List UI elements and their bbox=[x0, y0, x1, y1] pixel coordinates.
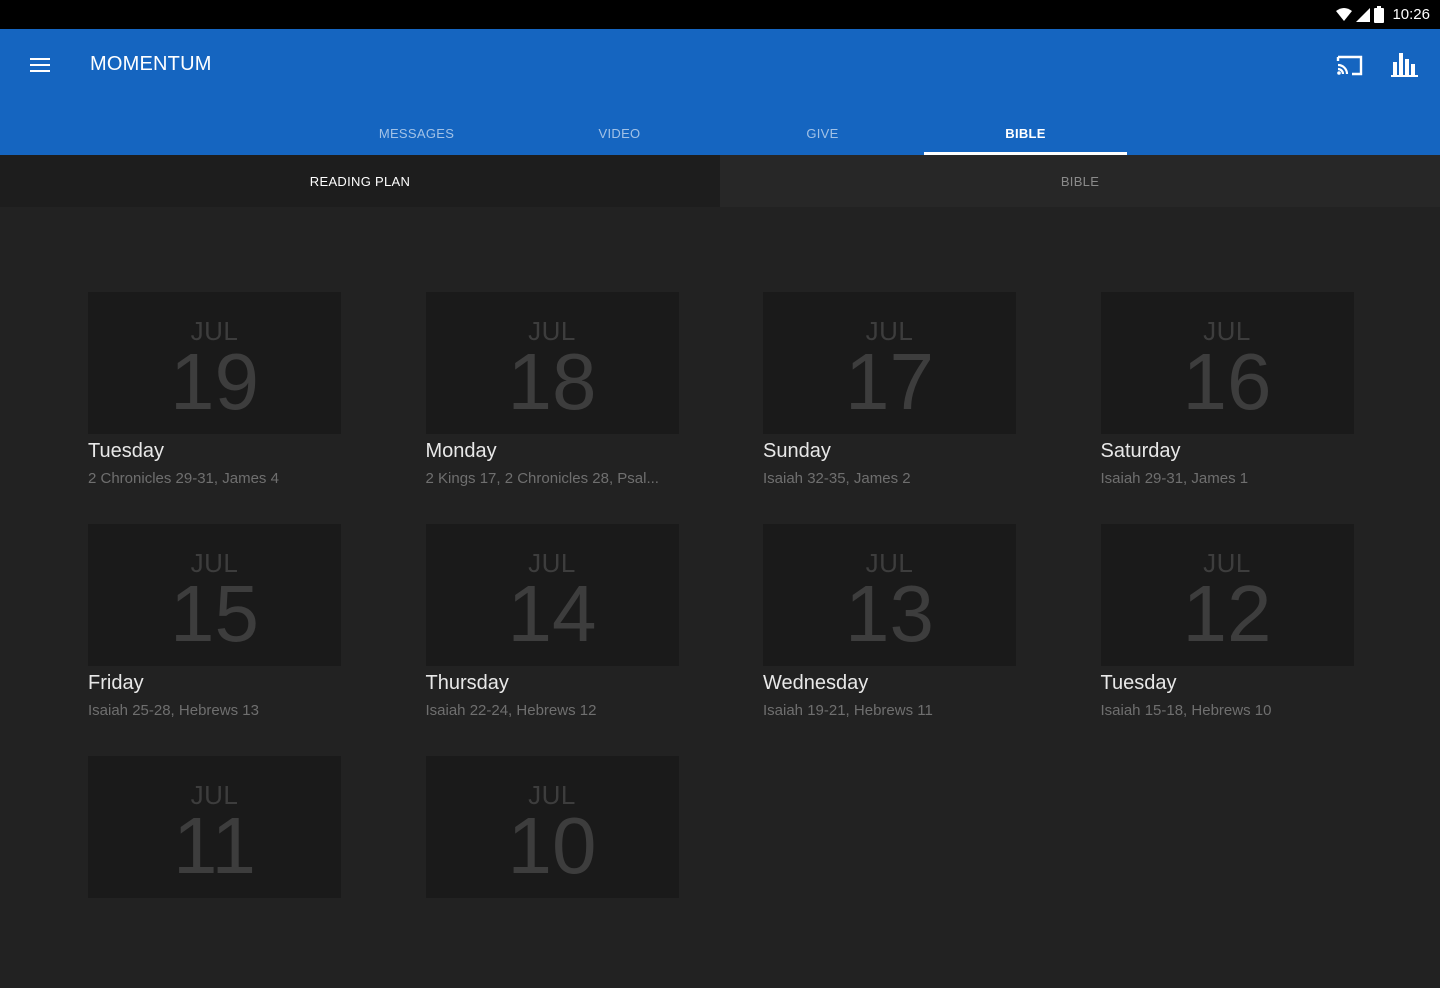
date-tile: JUL 10 bbox=[425, 756, 679, 898]
tab-messages[interactable]: MESSAGES bbox=[315, 111, 518, 155]
tab-video[interactable]: VIDEO bbox=[518, 111, 721, 155]
bar-chart-icon[interactable] bbox=[1390, 49, 1420, 81]
date-tile: JUL 18 bbox=[425, 292, 679, 434]
reading-weekday: Tuesday bbox=[88, 440, 164, 462]
reading-card[interactable]: JUL 16 Saturday Isaiah 29-31, James 1 bbox=[1100, 292, 1354, 524]
reading-passage: Isaiah 29-31, James 1 bbox=[1100, 470, 1249, 487]
reading-weekday: Thursday bbox=[425, 672, 509, 694]
reading-card[interactable]: JUL 14 Thursday Isaiah 22-24, Hebrews 12 bbox=[425, 524, 679, 756]
hamburger-menu-icon[interactable] bbox=[26, 51, 56, 79]
status-bar: 10:26 bbox=[0, 0, 1440, 29]
battery-icon bbox=[1374, 6, 1385, 23]
main-tabs: MESSAGES VIDEO GIVE BIBLE bbox=[315, 111, 1127, 155]
date-day: 17 bbox=[845, 337, 934, 426]
tab-give[interactable]: GIVE bbox=[721, 111, 924, 155]
app-bar: MOMENTUM MESSAGES VIDEO GIVE BIBLE bbox=[0, 29, 1440, 155]
date-day: 19 bbox=[170, 337, 259, 426]
reading-card[interactable]: JUL 11 bbox=[88, 756, 341, 988]
reading-passage: 2 Chronicles 29-31, James 4 bbox=[88, 470, 279, 487]
date-tile: JUL 14 bbox=[425, 524, 679, 666]
subtab-bible[interactable]: BIBLE bbox=[720, 155, 1440, 207]
reading-passage: Isaiah 32-35, James 2 bbox=[763, 470, 911, 487]
subtab-reading-plan[interactable]: READING PLAN bbox=[0, 155, 720, 207]
reading-weekday: Friday bbox=[88, 672, 144, 694]
reading-weekday: Tuesday bbox=[1100, 672, 1177, 694]
reading-passage: Isaiah 22-24, Hebrews 12 bbox=[425, 702, 597, 719]
date-tile: JUL 11 bbox=[88, 756, 341, 898]
reading-weekday: Saturday bbox=[1100, 440, 1181, 462]
reading-weekday: Monday bbox=[425, 440, 497, 462]
cell-signal-icon bbox=[1356, 7, 1371, 22]
app-title: MOMENTUM bbox=[90, 53, 212, 75]
reading-passage: Isaiah 25-28, Hebrews 13 bbox=[88, 702, 259, 719]
date-tile: JUL 16 bbox=[1100, 292, 1354, 434]
reading-card[interactable]: JUL 17 Sunday Isaiah 32-35, James 2 bbox=[763, 292, 1016, 524]
date-day: 13 bbox=[845, 569, 934, 658]
date-tile: JUL 15 bbox=[88, 524, 341, 666]
reading-card[interactable]: JUL 12 Tuesday Isaiah 15-18, Hebrews 10 bbox=[1100, 524, 1354, 756]
reading-card[interactable]: JUL 18 Monday 2 Kings 17, 2 Chronicles 2… bbox=[425, 292, 679, 524]
date-day: 14 bbox=[507, 569, 597, 658]
reading-weekday: Sunday bbox=[763, 440, 831, 462]
status-icons bbox=[1336, 6, 1385, 23]
reading-card[interactable]: JUL 19 Tuesday 2 Chronicles 29-31, James… bbox=[88, 292, 341, 524]
cast-icon[interactable] bbox=[1334, 51, 1366, 81]
date-day: 16 bbox=[1182, 337, 1272, 426]
date-day: 15 bbox=[170, 569, 259, 658]
tab-bible[interactable]: BIBLE bbox=[924, 111, 1127, 155]
reading-card[interactable]: JUL 15 Friday Isaiah 25-28, Hebrews 13 bbox=[88, 524, 341, 756]
reading-passage: Isaiah 15-18, Hebrews 10 bbox=[1100, 702, 1272, 719]
reading-passage: Isaiah 19-21, Hebrews 11 bbox=[763, 702, 933, 719]
date-day: 10 bbox=[507, 801, 597, 890]
sub-tabs: READING PLAN BIBLE bbox=[0, 155, 1440, 207]
date-tile: JUL 17 bbox=[763, 292, 1016, 434]
wifi-icon bbox=[1336, 7, 1353, 21]
reading-plan-grid: JUL 19 Tuesday 2 Chronicles 29-31, James… bbox=[88, 292, 1354, 988]
date-day: 12 bbox=[1182, 569, 1272, 658]
reading-card[interactable]: JUL 13 Wednesday Isaiah 19-21, Hebrews 1… bbox=[763, 524, 1016, 756]
date-day: 11 bbox=[172, 801, 257, 890]
date-day: 18 bbox=[507, 337, 597, 426]
date-tile: JUL 19 bbox=[88, 292, 341, 434]
date-tile: JUL 13 bbox=[763, 524, 1016, 666]
reading-passage: 2 Kings 17, 2 Chronicles 28, Psal... bbox=[425, 470, 659, 487]
clock: 10:26 bbox=[1392, 6, 1430, 23]
reading-card[interactable]: JUL 10 bbox=[425, 756, 679, 988]
date-tile: JUL 12 bbox=[1100, 524, 1354, 666]
reading-weekday: Wednesday bbox=[763, 672, 869, 694]
